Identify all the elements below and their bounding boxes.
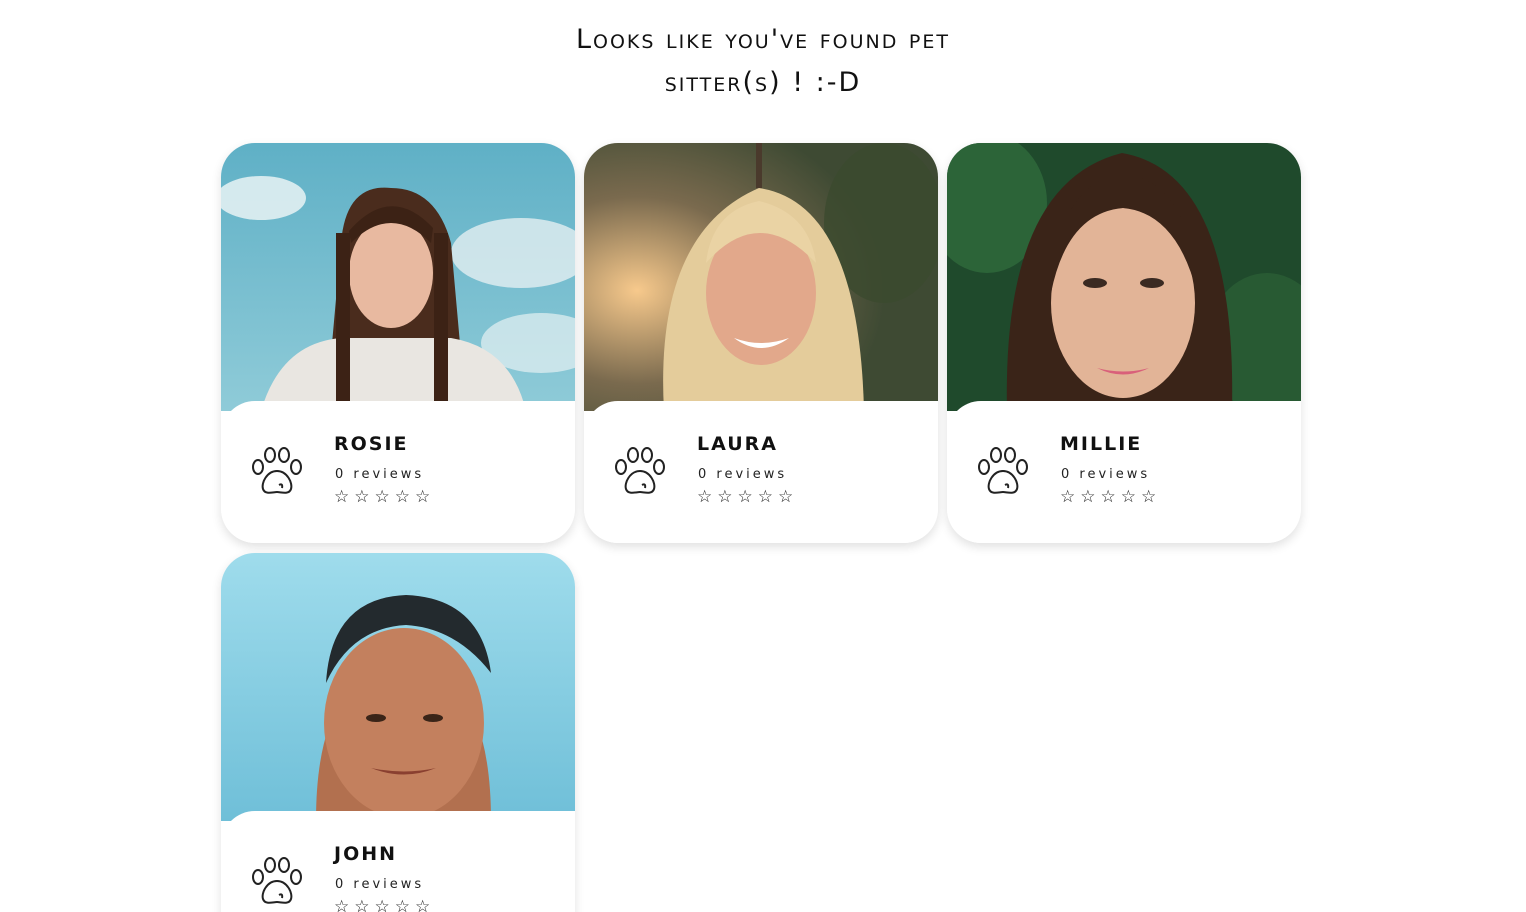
sitter-reviews-count: 0 reviews: [335, 467, 425, 482]
sitter-photo: [947, 143, 1301, 411]
paw-icon: [612, 445, 668, 497]
paw-icon: [249, 445, 305, 497]
sitter-photo: [584, 143, 938, 411]
sitter-rating-stars: ☆☆☆☆☆: [334, 897, 436, 912]
sitter-info: ROSIE 0 reviews ☆☆☆☆☆: [221, 401, 575, 543]
sitter-card-john[interactable]: JOHN 0 reviews ☆☆☆☆☆: [221, 553, 575, 912]
sitter-reviews-count: 0 reviews: [1061, 467, 1151, 482]
sitter-card-millie[interactable]: MILLIE 0 reviews ☆☆☆☆☆: [947, 143, 1301, 543]
page-title-line-2: sitter(s) ! :-D: [664, 67, 862, 98]
sitter-rating-stars: ☆☆☆☆☆: [334, 487, 436, 507]
sitter-card-rosie[interactable]: ROSIE 0 reviews ☆☆☆☆☆: [221, 143, 575, 543]
sitter-name[interactable]: LAURA: [697, 433, 778, 455]
sitter-name[interactable]: MILLIE: [1060, 433, 1142, 455]
sitter-photo: [221, 553, 575, 821]
paw-icon: [249, 855, 305, 907]
sitter-name[interactable]: ROSIE: [334, 433, 409, 455]
sitter-info: LAURA 0 reviews ☆☆☆☆☆: [584, 401, 938, 543]
sitter-info: MILLIE 0 reviews ☆☆☆☆☆: [947, 401, 1301, 543]
paw-icon: [975, 445, 1031, 497]
sitter-reviews-count: 0 reviews: [335, 877, 425, 892]
sitter-rating-stars: ☆☆☆☆☆: [1060, 487, 1162, 507]
sitter-info: JOHN 0 reviews ☆☆☆☆☆: [221, 811, 575, 912]
sitter-photo: [221, 143, 575, 411]
sitter-rating-stars: ☆☆☆☆☆: [697, 487, 799, 507]
page-title: Looks like you've found pet sitter(s) ! …: [0, 18, 1526, 104]
page-title-line-1: Looks like you've found pet: [575, 24, 950, 55]
sitter-reviews-count: 0 reviews: [698, 467, 788, 482]
sitter-card-laura[interactable]: LAURA 0 reviews ☆☆☆☆☆: [584, 143, 938, 543]
sitter-name[interactable]: JOHN: [334, 843, 397, 865]
